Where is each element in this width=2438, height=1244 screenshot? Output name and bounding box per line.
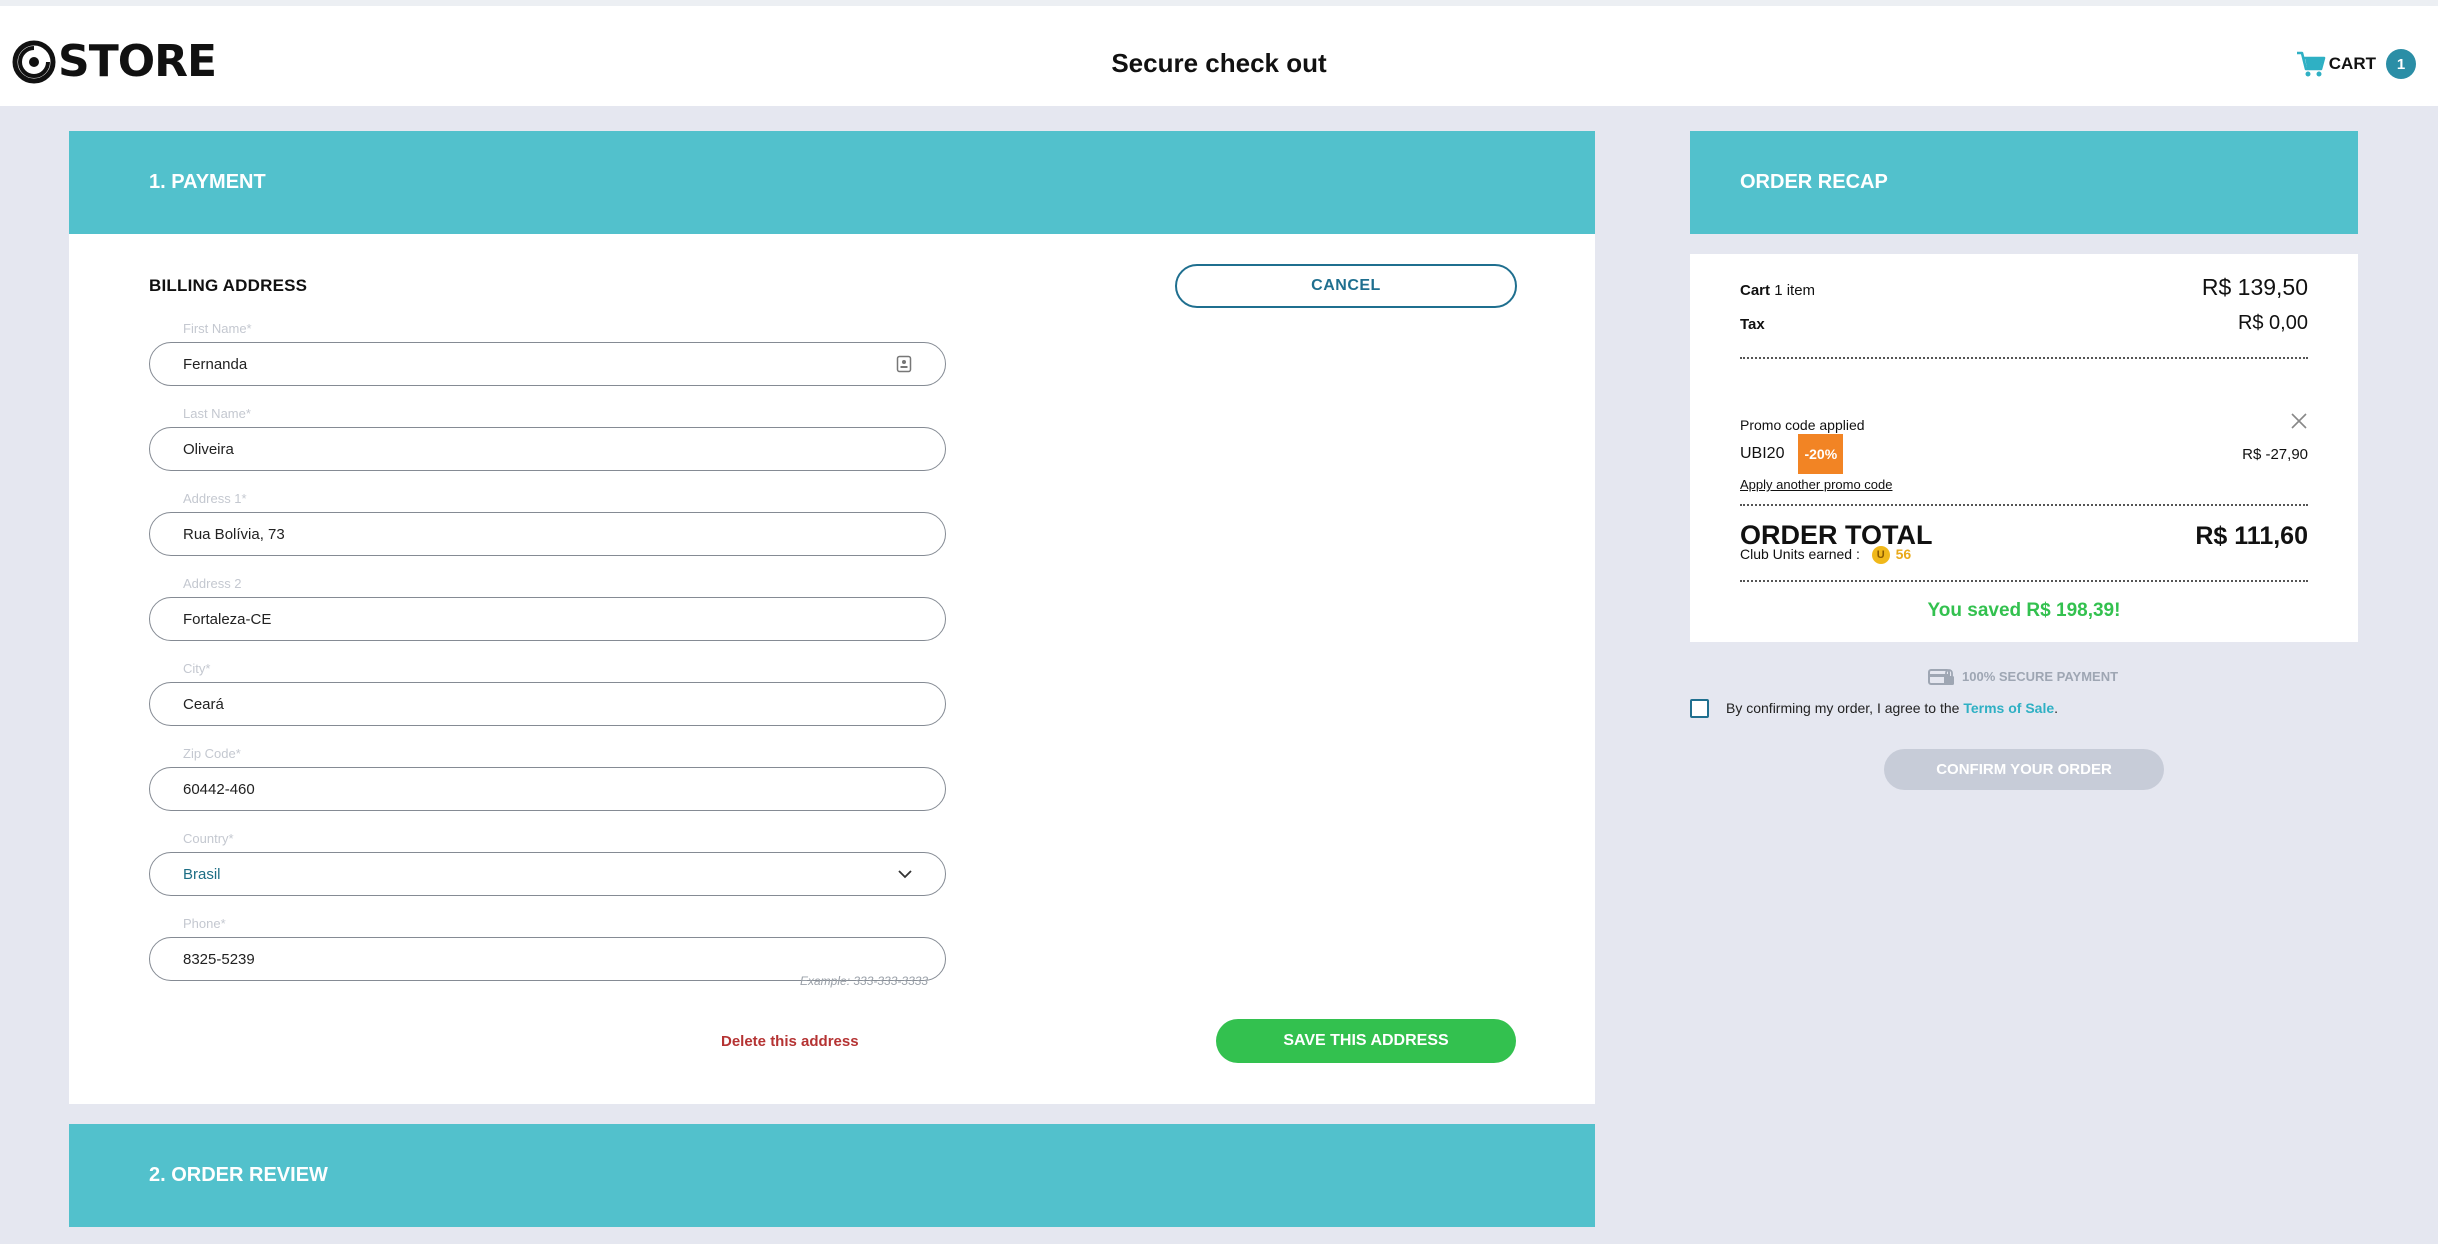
cart-subtotal-row: Cart 1 item R$ 139,50 <box>1740 274 2308 301</box>
terms-checkbox[interactable] <box>1690 699 1709 718</box>
phone-value: 8325-5239 <box>183 950 255 968</box>
address2-input[interactable]: Fortaleza-CE <box>149 597 946 641</box>
cart-label: CART <box>2328 54 2376 73</box>
terms-text-label: By confirming my order, I agree to the <box>1726 700 1960 716</box>
confirm-order-button[interactable]: CONFIRM YOUR ORDER <box>1884 749 2164 790</box>
apply-another-promo-link[interactable]: Apply another promo code <box>1740 477 1892 492</box>
cart-row-label: Cart <box>1740 282 1771 299</box>
divider <box>1740 580 2308 582</box>
country-select[interactable]: Brasil <box>149 852 946 896</box>
promo-applied-label: Promo code applied <box>1740 417 1865 433</box>
divider <box>1740 357 2308 359</box>
delete-address-link[interactable]: Delete this address <box>721 1033 859 1050</box>
secure-card-icon <box>1928 669 1954 685</box>
billing-address-form: BILLING ADDRESS CANCEL First Name* Ferna… <box>69 234 1595 1104</box>
address2-value: Fortaleza-CE <box>183 610 272 628</box>
order-total-price: R$ 111,60 <box>2195 522 2308 550</box>
city-field: City* Ceará <box>149 661 946 726</box>
tax-label: Tax <box>1740 316 1765 333</box>
address2-field: Address 2 Fortaleza-CE <box>149 576 946 641</box>
phone-example-hint: Example: 333-333-3333 <box>800 974 929 988</box>
payment-header[interactable]: 1. PAYMENT <box>69 131 1595 234</box>
order-recap-header: ORDER RECAP <box>1690 131 2358 234</box>
zip-code-input[interactable]: 60442-460 <box>149 767 946 811</box>
close-icon[interactable] <box>2290 412 2308 430</box>
country-label: Country* <box>183 831 234 846</box>
payment-heading: 1. PAYMENT <box>149 171 266 193</box>
order-recap-card: Cart 1 item R$ 139,50 Tax R$ 0,00 Promo … <box>1690 254 2358 642</box>
first-name-field: First Name* Fernanda <box>149 321 946 386</box>
first-name-value: Fernanda <box>183 355 248 373</box>
last-name-label: Last Name* <box>183 406 251 421</box>
city-input[interactable]: Ceará <box>149 682 946 726</box>
country-value: Brasil <box>183 865 221 883</box>
cart-item-count: 1 item <box>1774 282 1816 299</box>
address1-field: Address 1* Rua Bolívia, 73 <box>149 491 946 556</box>
zip-code-field: Zip Code* 60442-460 <box>149 746 946 811</box>
terms-of-sale-link[interactable]: Terms of Sale <box>1963 700 2054 716</box>
country-field: Country* Brasil <box>149 831 946 896</box>
order-recap-heading: ORDER RECAP <box>1740 171 1888 193</box>
zip-code-value: 60442-460 <box>183 780 255 798</box>
promo-code: UBI20 <box>1740 445 1785 462</box>
promo-code-row: UBI20 -20% R$ -27,90 <box>1740 434 2308 474</box>
club-coin-icon: U <box>1871 546 1890 565</box>
last-name-field: Last Name* Oliveira <box>149 406 946 471</box>
terms-text: By confirming my order, I agree to the T… <box>1726 700 2058 716</box>
order-review-header[interactable]: 2. ORDER REVIEW <box>69 1124 1595 1227</box>
cart-subtotal-price: R$ 139,50 <box>2201 274 2308 300</box>
club-units-label: Club Units earned : <box>1740 546 1860 562</box>
club-units-row: Club Units earned : U 56 <box>1740 546 1912 565</box>
phone-field: Phone* 8325-5239 <box>149 916 946 981</box>
secure-payment-note: 100% SECURE PAYMENT <box>1928 666 2118 686</box>
order-review-heading: 2. ORDER REVIEW <box>149 1164 328 1186</box>
billing-address-title: BILLING ADDRESS <box>149 276 308 295</box>
club-units-value: 56 <box>1895 546 1912 562</box>
cart-link[interactable]: CART 1 <box>2295 48 2416 80</box>
contact-card-icon[interactable] <box>896 355 912 373</box>
address1-input[interactable]: Rua Bolívia, 73 <box>149 512 946 556</box>
terms-period: . <box>2054 700 2059 716</box>
last-name-input[interactable]: Oliveira <box>149 427 946 471</box>
tax-row: Tax R$ 0,00 <box>1740 312 2308 335</box>
save-address-button[interactable]: SAVE THIS ADDRESS <box>1216 1019 1516 1063</box>
secure-payment-text: 100% SECURE PAYMENT <box>1962 668 2119 684</box>
cancel-button[interactable]: CANCEL <box>1175 264 1517 308</box>
city-label: City* <box>183 661 211 676</box>
promo-applied-row: Promo code applied <box>1740 412 2308 433</box>
last-name-value: Oliveira <box>183 440 234 458</box>
cart-count-badge: 1 <box>2386 49 2416 79</box>
address2-label: Address 2 <box>183 576 242 591</box>
first-name-label: First Name* <box>183 321 252 336</box>
chevron-down-icon <box>898 869 912 878</box>
city-value: Ceará <box>183 695 224 713</box>
savings-message: You saved R$ 198,39! <box>1927 600 2121 621</box>
address1-value: Rua Bolívia, 73 <box>183 525 285 543</box>
cart-icon <box>2296 51 2326 77</box>
divider <box>1740 504 2308 506</box>
first-name-input[interactable]: Fernanda <box>149 342 946 386</box>
site-header: STORE Secure check out CART 1 <box>0 6 2438 106</box>
promo-amount: R$ -27,90 <box>2242 445 2308 463</box>
zip-code-label: Zip Code* <box>183 746 241 761</box>
phone-label: Phone* <box>183 916 226 931</box>
page-title: Secure check out <box>1111 48 1327 78</box>
address1-label: Address 1* <box>183 491 247 506</box>
promo-discount-badge: -20% <box>1798 434 1844 474</box>
tax-price: R$ 0,00 <box>2237 312 2308 334</box>
